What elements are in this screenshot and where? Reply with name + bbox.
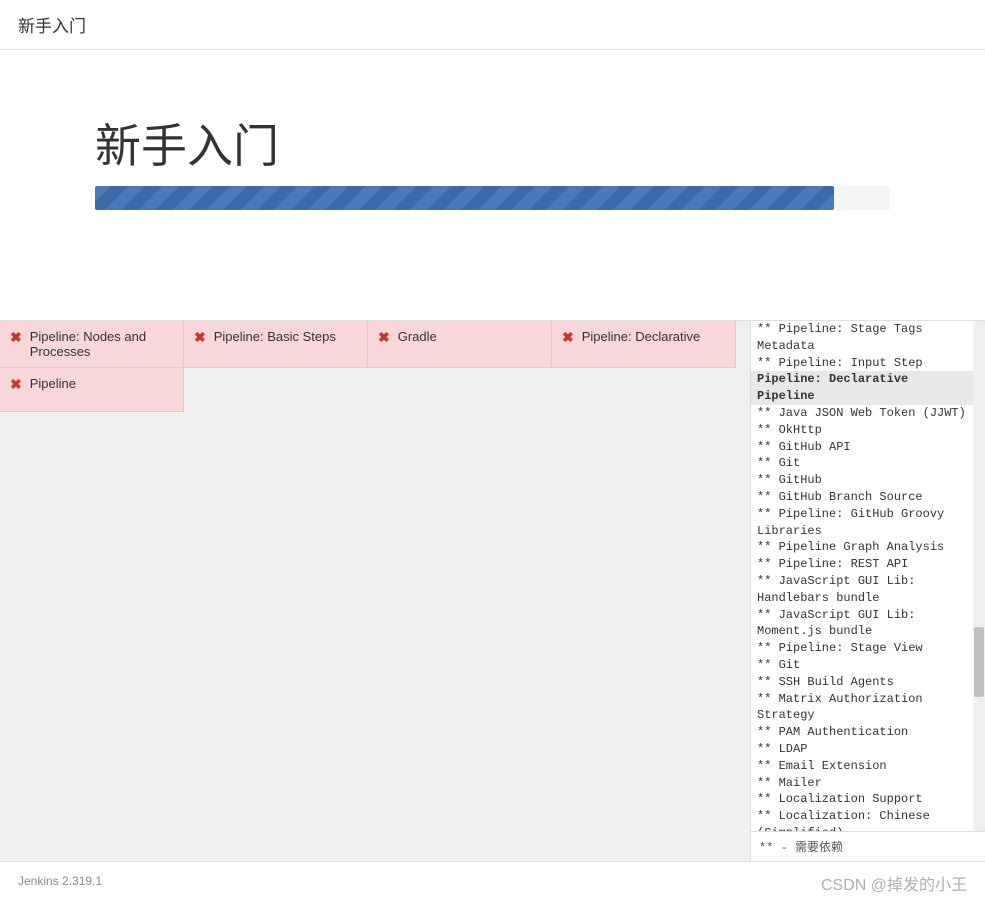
plugin-item: ✖ Pipeline <box>0 368 184 412</box>
plugin-label: Pipeline: Nodes and Processes <box>30 329 173 359</box>
plugin-label: Pipeline: Declarative <box>582 329 701 344</box>
plugin-row: ✖ Pipeline <box>0 368 750 412</box>
log-line: ** Matrix Authorization Strategy <box>751 691 973 725</box>
plugin-row: ✖ Pipeline: Nodes and Processes ✖ Pipeline:… <box>0 321 750 368</box>
log-line: ** JavaScript GUI Lib: Handlebars bundle <box>751 573 973 607</box>
plugin-item: ✖ Pipeline: Nodes and Processes <box>0 321 184 368</box>
log-line: ** Pipeline: REST API <box>751 556 973 573</box>
log-line: ** GitHub <box>751 472 973 489</box>
log-line: ** Git <box>751 455 973 472</box>
log-line: ** Pipeline: Stage View <box>751 640 973 657</box>
log-footer: ** - 需要依赖 <box>751 831 985 861</box>
plugin-item: ✖ Pipeline: Basic Steps <box>184 321 368 368</box>
plugin-label: Gradle <box>398 329 437 344</box>
log-line: ** Git <box>751 657 973 674</box>
log-line: ** Pipeline: GitHub Groovy Libraries <box>751 506 973 540</box>
progress-bar <box>95 186 890 210</box>
log-line: Pipeline: Declarative <box>751 371 973 388</box>
log-line: ** OkHttp <box>751 422 973 439</box>
error-x-icon: ✖ <box>10 329 22 346</box>
watermark: CSDN @掉发的小王 <box>821 871 967 895</box>
log-line: ** Java JSON Web Token (JJWT) <box>751 405 973 422</box>
log-line: ** Pipeline: Stage Tags Metadata <box>751 321 973 355</box>
header-bar: 新手入门 <box>0 0 985 50</box>
log-line: ** Localization: Chinese (Simplified) <box>751 808 973 831</box>
log-scroll[interactable]: ** Pipeline: Stage Tags Metadata** Pipel… <box>751 321 985 831</box>
log-line: ** GitHub API <box>751 439 973 456</box>
page-title: 新手入门 <box>95 110 890 176</box>
error-x-icon: ✖ <box>378 329 390 346</box>
plugin-item: ✖ Gradle <box>368 321 552 368</box>
scrollbar-thumb[interactable] <box>974 627 984 697</box>
plugin-item: ✖ Pipeline: Declarative <box>552 321 736 368</box>
error-x-icon: ✖ <box>10 376 22 393</box>
log-line: ** PAM Authentication <box>751 724 973 741</box>
error-x-icon: ✖ <box>194 329 206 346</box>
log-line: ** Localization Support <box>751 791 973 808</box>
log-line: ** Email Extension <box>751 758 973 775</box>
log-line: ** Mailer <box>751 775 973 792</box>
log-line: ** SSH Build Agents <box>751 674 973 691</box>
hero-section: 新手入门 <box>0 50 985 210</box>
plugin-label: Pipeline <box>30 376 76 391</box>
progress-fill <box>95 186 834 210</box>
log-line: ** Pipeline Graph Analysis <box>751 539 973 556</box>
scrollbar[interactable] <box>973 321 985 831</box>
plugin-grid: ✖ Pipeline: Nodes and Processes ✖ Pipeline:… <box>0 321 750 861</box>
main-area: ✖ Pipeline: Nodes and Processes ✖ Pipeline:… <box>0 320 985 861</box>
log-line: ** LDAP <box>751 741 973 758</box>
log-line: Pipeline <box>751 388 973 405</box>
log-line: ** Pipeline: Input Step <box>751 355 973 372</box>
version-text: Jenkins 2.319.1 <box>18 874 102 888</box>
log-panel: ** Pipeline: Stage Tags Metadata** Pipel… <box>750 321 985 861</box>
plugin-label: Pipeline: Basic Steps <box>214 329 336 344</box>
error-x-icon: ✖ <box>562 329 574 346</box>
log-line: ** JavaScript GUI Lib: Moment.js bundle <box>751 607 973 641</box>
header-title: 新手入门 <box>18 17 86 36</box>
log-line: ** GitHub Branch Source <box>751 489 973 506</box>
